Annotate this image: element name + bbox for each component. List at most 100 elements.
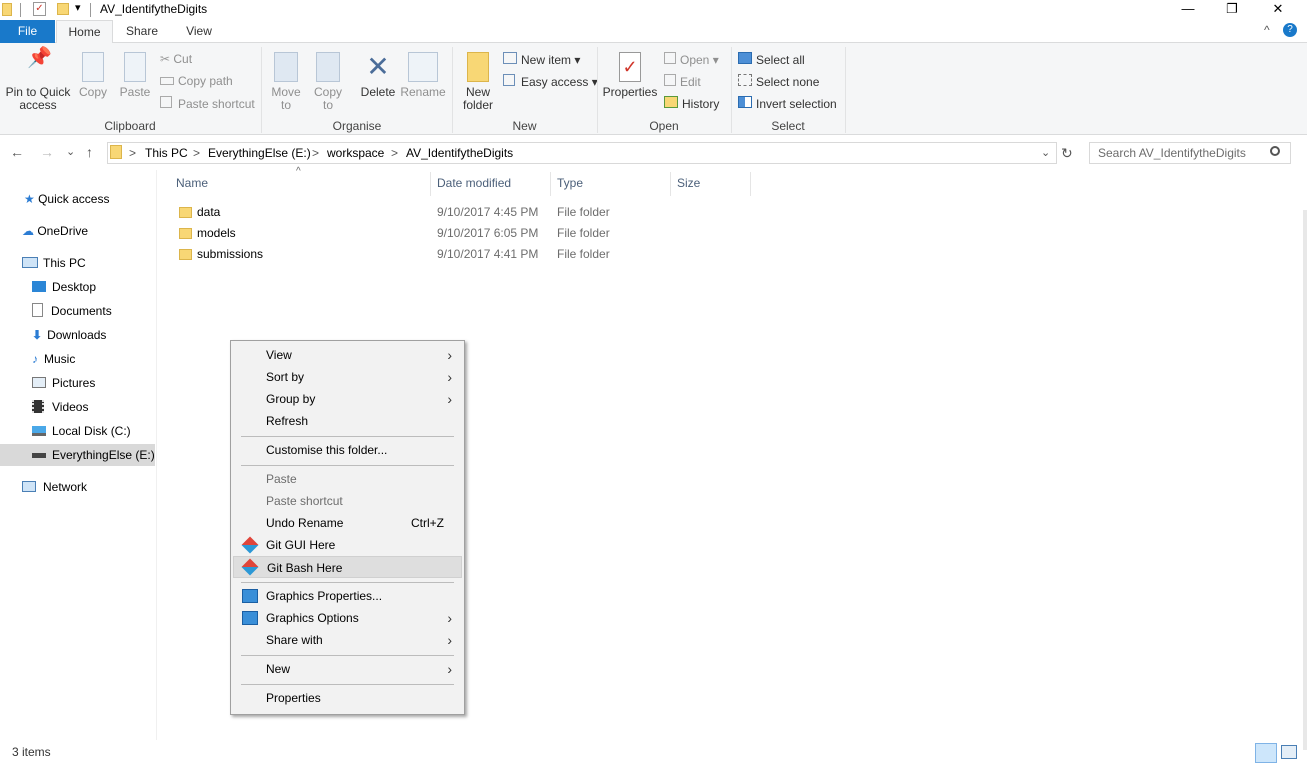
paste-button[interactable]: Paste — [116, 52, 154, 99]
select-all-button[interactable]: Select all — [738, 52, 805, 67]
copy-button[interactable]: Copy — [76, 52, 110, 99]
new-folder-qat-icon[interactable] — [57, 3, 69, 15]
properties-qat-icon[interactable]: ✓ — [33, 2, 46, 16]
help-icon[interactable]: ? — [1283, 23, 1297, 37]
properties-button[interactable]: ✓ Properties — [601, 52, 659, 99]
rename-button[interactable]: Rename — [400, 52, 446, 99]
column-header-type[interactable]: Type — [557, 176, 583, 196]
column-header-name[interactable]: Name — [176, 176, 208, 196]
forward-icon[interactable]: → — [40, 144, 54, 160]
tab-view[interactable]: View — [175, 20, 223, 44]
easy-access-icon — [503, 74, 515, 86]
menu-item-git-bash[interactable]: Git Bash Here — [233, 556, 462, 578]
new-item-button[interactable]: New item ▾ — [503, 52, 580, 67]
file-row[interactable]: data 9/10/2017 4:45 PM File folder — [170, 202, 630, 223]
folder-icon — [179, 207, 192, 218]
invert-selection-button[interactable]: Invert selection — [738, 96, 837, 111]
cut-button[interactable]: ✂ Cut — [160, 52, 192, 66]
up-icon[interactable]: ↑ — [86, 144, 93, 160]
menu-item-properties[interactable]: Properties — [233, 687, 462, 709]
nav-everythingelse[interactable]: EverythingElse (E:) — [0, 444, 155, 466]
nav-music[interactable]: ♪ Music — [0, 348, 155, 370]
menu-item-undo-rename[interactable]: Undo Rename Ctrl+Z — [233, 512, 462, 534]
computer-icon — [22, 257, 38, 268]
menu-item-group-by[interactable]: Group by › — [233, 388, 462, 410]
column-divider[interactable] — [750, 172, 751, 196]
copy-to-button[interactable]: Copy to — [310, 52, 346, 112]
column-header-size[interactable]: Size — [677, 176, 700, 196]
qat-dropdown-icon[interactable]: ▾ — [75, 1, 81, 14]
nav-downloads[interactable]: ⬇ Downloads — [0, 324, 155, 346]
scrollbar[interactable] — [1303, 210, 1307, 750]
breadcrumb-current[interactable]: AV_IdentifytheDigits — [406, 146, 513, 160]
file-row[interactable]: submissions 9/10/2017 4:41 PM File folde… — [170, 244, 630, 265]
menu-item-graphics-properties[interactable]: Graphics Properties... — [233, 585, 462, 607]
menu-item-customise[interactable]: Customise this folder... — [233, 439, 462, 461]
easy-access-button[interactable]: Easy access ▾ — [503, 74, 598, 89]
nav-onedrive[interactable]: ☁ OneDrive — [0, 220, 155, 242]
tab-file[interactable]: File — [0, 20, 55, 43]
breadcrumb-this-pc[interactable]: This PC — [145, 146, 188, 160]
tab-home[interactable]: Home — [56, 20, 113, 44]
folder-icon — [2, 3, 12, 16]
menu-separator — [241, 436, 454, 437]
keyboard-shortcut: Ctrl+Z — [411, 516, 444, 530]
close-button[interactable]: ✕ — [1255, 0, 1301, 20]
nav-documents[interactable]: Documents — [0, 300, 155, 322]
column-header-date[interactable]: Date modified — [437, 176, 511, 196]
edit-button[interactable]: Edit — [664, 74, 701, 89]
search-icon[interactable] — [1270, 146, 1280, 156]
large-icons-view-icon[interactable] — [1281, 745, 1297, 759]
menu-label: Refresh — [266, 414, 309, 428]
address-dropdown-icon[interactable]: ⌄ — [1041, 146, 1050, 159]
restore-button[interactable]: ❐ — [1209, 0, 1255, 20]
nav-everythingelse-label: EverythingElse (E:) — [52, 448, 155, 462]
search-input[interactable]: Search AV_IdentifytheDigits — [1089, 142, 1291, 164]
menu-item-paste-shortcut[interactable]: Paste shortcut — [233, 490, 462, 512]
nav-local-disk[interactable]: Local Disk (C:) — [0, 420, 155, 442]
nav-quick-access[interactable]: ★ Quick access — [0, 188, 155, 210]
menu-item-new[interactable]: New › — [233, 658, 462, 680]
select-none-label: Select none — [756, 75, 820, 89]
breadcrumb-separator[interactable]: > — [391, 146, 398, 160]
tab-share[interactable]: Share — [117, 20, 167, 44]
column-divider[interactable] — [550, 172, 551, 196]
file-row[interactable]: models 9/10/2017 6:05 PM File folder — [170, 223, 630, 244]
menu-item-share-with[interactable]: Share with › — [233, 629, 462, 651]
menu-item-git-gui[interactable]: Git GUI Here — [233, 534, 462, 556]
refresh-icon[interactable]: ↻ — [1061, 145, 1073, 162]
breadcrumb-everythingelse[interactable]: EverythingElse (E:) — [208, 146, 311, 160]
menu-item-sort-by[interactable]: Sort by › — [233, 366, 462, 388]
paste-shortcut-button[interactable]: Paste shortcut — [160, 96, 255, 111]
menu-item-view[interactable]: View › — [233, 344, 462, 366]
nav-network[interactable]: Network — [0, 476, 155, 498]
delete-button[interactable]: ✕ Delete — [358, 52, 398, 99]
rename-icon — [408, 52, 438, 82]
open-button[interactable]: Open ▾ — [664, 52, 719, 67]
nav-this-pc[interactable]: This PC — [0, 252, 155, 274]
move-to-button[interactable]: Move to — [268, 52, 304, 112]
menu-item-paste[interactable]: Paste — [233, 468, 462, 490]
pin-quick-access-button[interactable]: 📌 Pin to Quick access — [4, 48, 72, 112]
nav-desktop[interactable]: Desktop — [0, 276, 155, 298]
breadcrumb-separator[interactable]: > — [312, 146, 319, 160]
column-divider[interactable] — [670, 172, 671, 196]
minimize-button[interactable]: — — [1165, 0, 1211, 20]
history-button[interactable]: History — [664, 96, 719, 111]
nav-pictures[interactable]: Pictures — [0, 372, 155, 394]
breadcrumb-separator[interactable]: > — [129, 146, 136, 160]
menu-item-graphics-options[interactable]: Graphics Options › — [233, 607, 462, 629]
nav-videos[interactable]: Videos — [0, 396, 155, 418]
column-divider[interactable] — [430, 172, 431, 196]
copy-path-button[interactable]: Copy path — [160, 74, 233, 88]
collapse-ribbon-icon[interactable]: ^ — [1264, 23, 1270, 37]
menu-label: Paste shortcut — [266, 494, 343, 508]
breadcrumb-separator[interactable]: > — [193, 146, 200, 160]
breadcrumb-workspace[interactable]: workspace — [327, 146, 384, 160]
back-icon[interactable]: ← — [10, 144, 24, 160]
select-none-button[interactable]: Select none — [738, 74, 819, 89]
menu-item-refresh[interactable]: Refresh — [233, 410, 462, 432]
new-folder-button[interactable]: New folder — [458, 52, 498, 112]
details-view-icon[interactable] — [1255, 743, 1277, 763]
recent-locations-icon[interactable]: ⌄ — [66, 145, 75, 158]
